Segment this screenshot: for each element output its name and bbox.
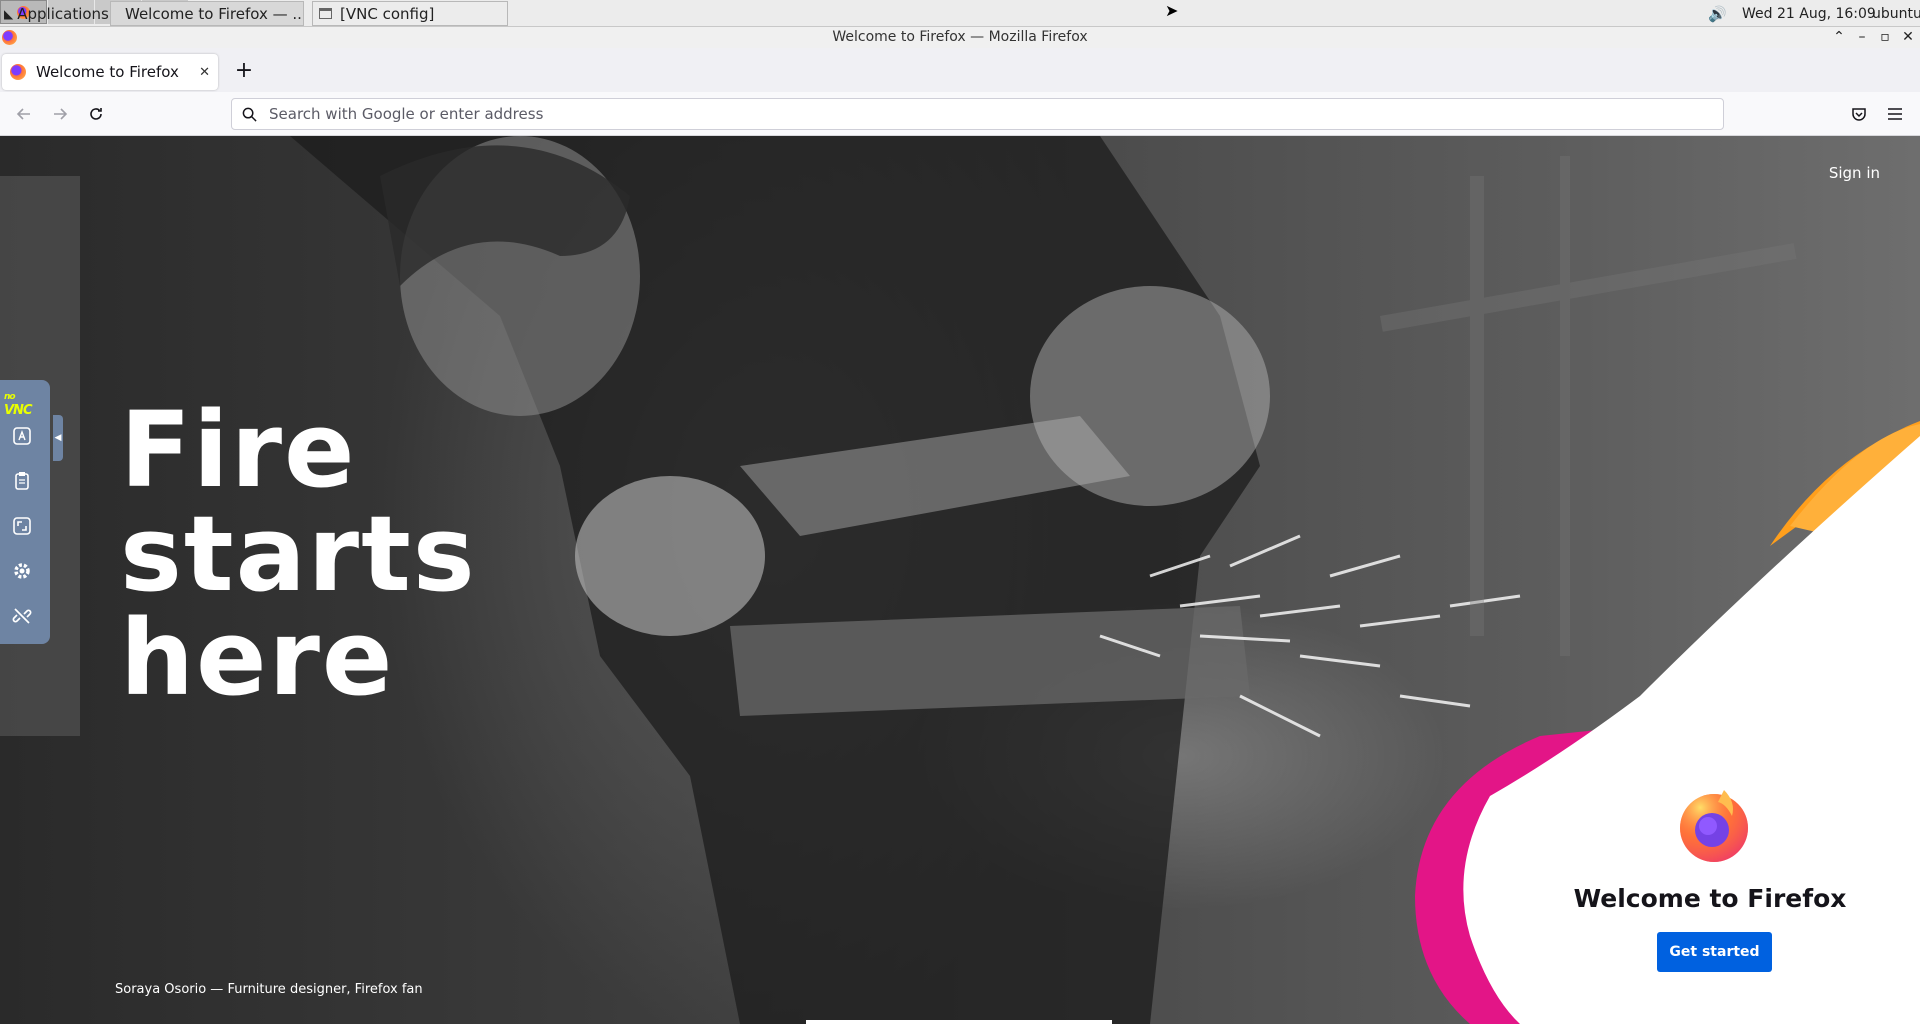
window-maximize-button[interactable]: ▫	[1876, 27, 1894, 48]
forward-button[interactable]	[46, 101, 74, 127]
taskbar-item-label: [VNC config]	[340, 4, 435, 23]
novnc-panel-toggle[interactable]: ◀	[53, 415, 63, 461]
close-tab-icon[interactable]: ✕	[199, 65, 210, 80]
disconnect-button[interactable]	[5, 600, 39, 632]
scroll-indicator	[806, 1020, 1112, 1024]
address-placeholder: Search with Google or enter address	[269, 105, 544, 123]
hero-line: here	[120, 597, 395, 719]
firefox-icon	[10, 64, 26, 80]
applications-menu[interactable]: ◣ Applications ⋮	[0, 0, 128, 27]
get-started-button[interactable]: Get started	[1657, 932, 1772, 972]
applications-label: Applications	[17, 4, 109, 23]
welcome-title: Welcome to Firefox	[1573, 884, 1847, 913]
tab-welcome[interactable]: Welcome to Firefox ✕	[2, 54, 218, 90]
firefox-icon	[2, 30, 17, 45]
window-title: Welcome to Firefox — Mozilla Firefox	[0, 27, 1920, 48]
pocket-button[interactable]	[1845, 101, 1873, 127]
keyboard-button[interactable]	[5, 420, 39, 452]
window-minimize-button[interactable]: –	[1853, 27, 1871, 48]
tab-strip	[0, 48, 1920, 92]
keyboard-icon	[13, 427, 31, 445]
clock[interactable]: Wed 21 Aug, 16:09	[1742, 0, 1876, 27]
hamburger-menu-icon	[1888, 108, 1902, 120]
gear-icon	[14, 563, 30, 579]
volume-icon[interactable]: 🔊	[1708, 0, 1727, 27]
window-close-button[interactable]: ✕	[1899, 27, 1917, 48]
photo-credit: Soraya Osorio — Furniture designer, Fire…	[115, 982, 423, 997]
firefox-logo-icon	[1680, 790, 1748, 862]
user-menu[interactable]: ubuntu	[1872, 0, 1920, 27]
reload-button[interactable]	[82, 101, 110, 127]
pocket-icon	[1852, 108, 1866, 121]
mouse-cursor: ➤	[1165, 1, 1179, 20]
fullscreen-button[interactable]	[5, 510, 39, 542]
fullscreen-icon	[13, 517, 31, 535]
chevron-left-icon: ◀	[54, 433, 62, 443]
clipboard-icon	[15, 472, 29, 490]
sign-in-link[interactable]: Sign in	[1829, 164, 1880, 182]
novnc-control-bar: no VNC	[0, 380, 50, 644]
forward-arrow-icon	[54, 108, 68, 120]
hero-line: Fire	[120, 389, 357, 511]
app-menu-button[interactable]	[1881, 101, 1909, 127]
novnc-logo: no VNC	[4, 392, 33, 418]
taskbar-item-firefox[interactable]: Welcome to Firefox — ...	[110, 1, 304, 26]
reload-icon	[90, 108, 102, 120]
tab-label: Welcome to Firefox	[36, 63, 179, 81]
hero-heading: Fire starts here	[120, 398, 477, 710]
clipboard-button[interactable]	[5, 465, 39, 497]
window-shade-button[interactable]: ⌃	[1830, 27, 1848, 48]
new-tab-button[interactable]: +	[232, 60, 256, 84]
applications-icon: ◣	[4, 6, 14, 21]
hero-line: starts	[120, 493, 477, 615]
taskbar-item-label: Welcome to Firefox — ...	[125, 4, 304, 23]
back-arrow-icon	[16, 108, 30, 120]
window-icon	[319, 8, 332, 19]
back-button[interactable]	[10, 101, 38, 127]
disconnect-icon	[12, 608, 32, 624]
address-bar[interactable]: Search with Google or enter address	[231, 98, 1724, 130]
system-panel: ◣ Applications ⋮ Welcome to Firefox — ..…	[0, 0, 1920, 27]
welcome-page: Sign in Fire starts here Soraya Osorio —…	[0, 136, 1920, 1024]
taskbar-item-vnc-config[interactable]: [VNC config]	[312, 1, 508, 26]
settings-button[interactable]	[5, 555, 39, 587]
search-icon	[242, 107, 257, 122]
